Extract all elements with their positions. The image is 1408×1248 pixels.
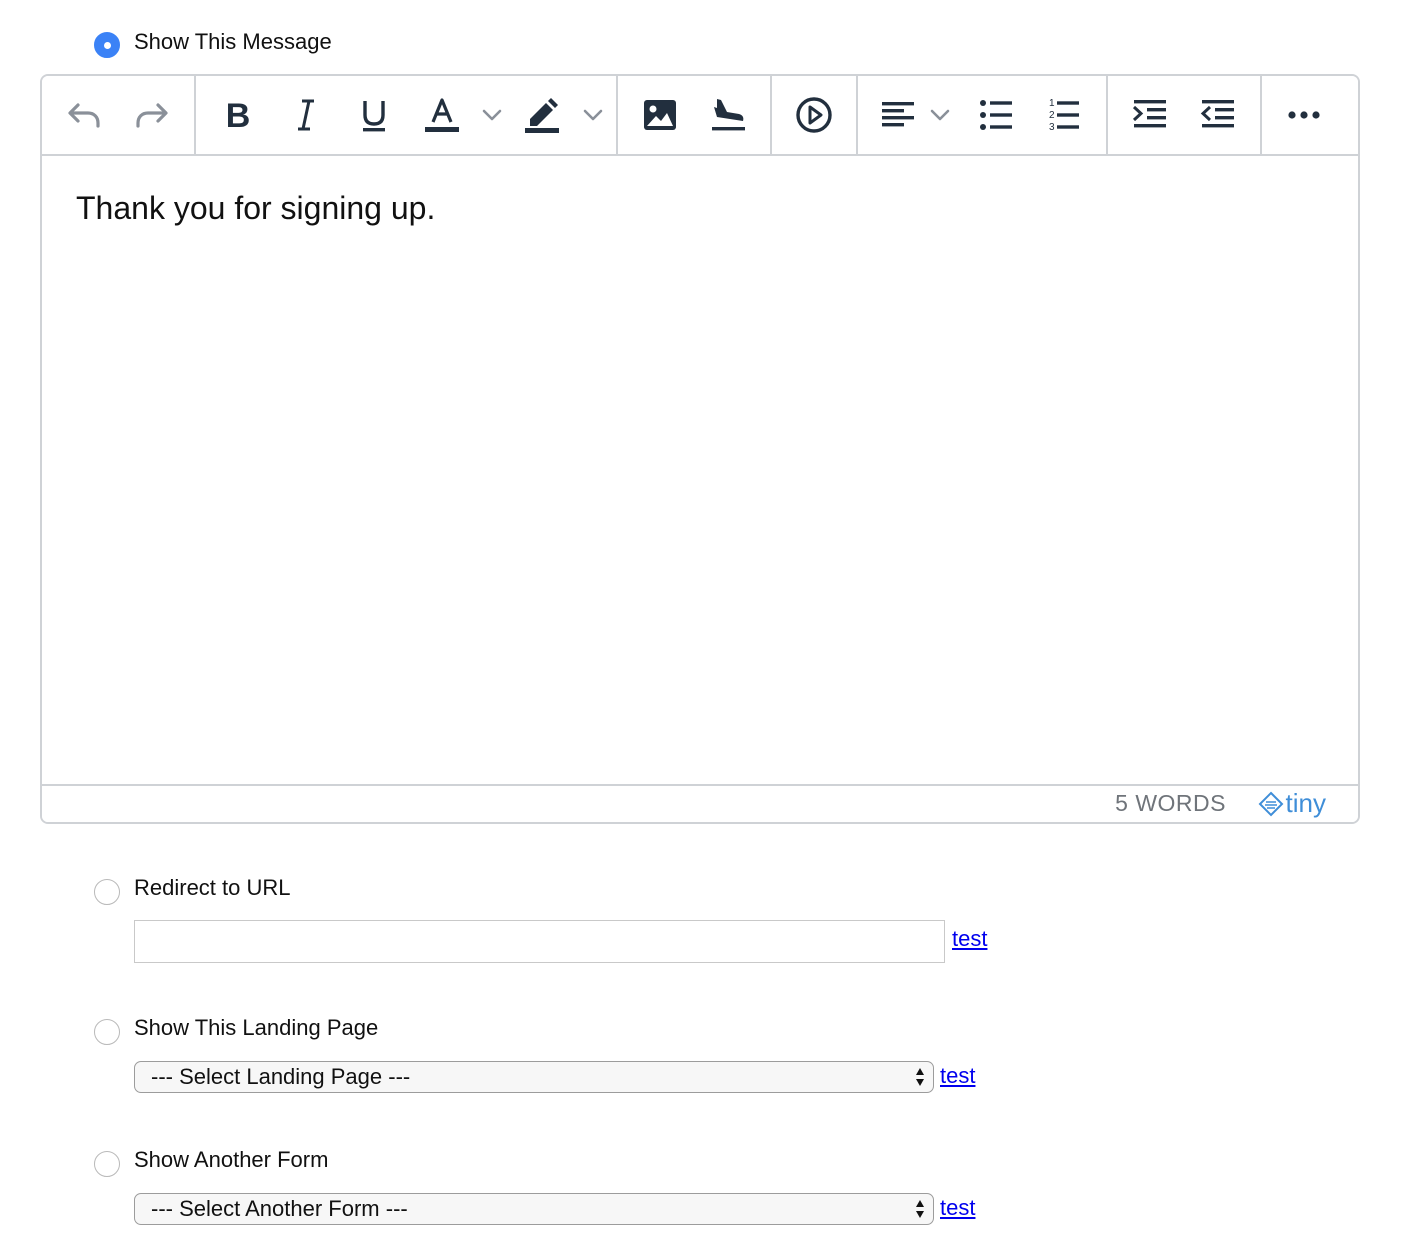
another-form-label: Show Another Form	[134, 1147, 329, 1172]
align-left-icon	[882, 102, 914, 127]
svg-text:2: 2	[1049, 110, 1055, 121]
insert-image-button[interactable]	[640, 95, 680, 135]
text-color-button[interactable]	[422, 95, 462, 135]
landing-page-radio[interactable]	[94, 1019, 120, 1045]
tiny-brand-link[interactable]: tiny	[1258, 788, 1326, 819]
image-icon	[644, 100, 676, 130]
outdent-button[interactable]	[1198, 95, 1238, 135]
editor-content-area[interactable]: Thank you for signing up.	[42, 156, 1358, 788]
italic-icon	[298, 99, 314, 131]
show-message-radio[interactable]	[94, 32, 120, 58]
numbered-list-button[interactable]: 123	[1043, 95, 1083, 135]
select-arrows-icon	[916, 1200, 924, 1218]
landing-plane-button[interactable]	[708, 95, 748, 135]
bullet-list-button[interactable]	[976, 95, 1016, 135]
bold-button[interactable]: B	[218, 95, 258, 135]
highlight-color-button[interactable]	[522, 95, 562, 135]
text-color-dropdown[interactable]	[476, 95, 508, 135]
editor-paragraph[interactable]: Thank you for signing up.	[76, 190, 435, 227]
svg-text:B: B	[226, 97, 251, 135]
highlight-color-dropdown[interactable]	[577, 95, 609, 135]
undo-button[interactable]	[64, 95, 104, 135]
another-form-test-link[interactable]: test	[940, 1195, 975, 1221]
another-form-radio[interactable]	[94, 1151, 120, 1177]
svg-text:3: 3	[1049, 122, 1055, 133]
outdent-icon	[1200, 100, 1234, 128]
bold-icon: B	[226, 97, 251, 135]
redo-icon	[136, 103, 168, 128]
indent-button[interactable]	[1130, 95, 1170, 135]
landing-page-label: Show This Landing Page	[134, 1015, 379, 1040]
landing-page-selected-value: --- Select Landing Page ---	[151, 1064, 411, 1089]
indent-icon	[1132, 100, 1166, 128]
redo-button[interactable]	[132, 95, 172, 135]
insert-media-button[interactable]	[794, 95, 834, 135]
underline-icon	[363, 101, 385, 132]
numbered-list-icon: 123	[1049, 98, 1079, 133]
editor-toolbar: B 1 2 3	[42, 76, 1358, 156]
editor-statusbar: 5 WORDS tiny	[42, 784, 1358, 822]
another-form-select[interactable]: --- Select Another Form ---	[134, 1193, 934, 1225]
another-form-selected-value: --- Select Another Form ---	[151, 1196, 408, 1221]
highlight-color-icon	[525, 98, 559, 133]
chevron-down-icon	[482, 109, 502, 121]
landing-page-select[interactable]: --- Select Landing Page ---	[134, 1061, 934, 1093]
more-icon	[1288, 111, 1320, 119]
redirect-url-input[interactable]	[134, 920, 945, 963]
redirect-url-radio[interactable]	[94, 879, 120, 905]
media-play-icon	[796, 97, 832, 133]
underline-button[interactable]	[354, 95, 394, 135]
redirect-url-test-link[interactable]: test	[952, 926, 987, 952]
align-dropdown[interactable]	[924, 95, 956, 135]
rich-text-editor: B 1 2 3 Thank you for signing up. 5 WORD…	[40, 74, 1360, 824]
chevron-down-icon	[583, 109, 603, 121]
text-color-icon	[425, 98, 459, 132]
select-arrows-icon	[916, 1068, 924, 1086]
tiny-brand-text: tiny	[1285, 788, 1326, 818]
undo-icon	[68, 103, 100, 128]
svg-text:1: 1	[1049, 98, 1055, 109]
landing-plane-icon	[712, 99, 745, 131]
word-count[interactable]: 5 WORDS	[1115, 790, 1226, 817]
italic-button[interactable]	[286, 95, 326, 135]
tiny-logo-icon	[1258, 791, 1283, 816]
bullet-list-icon	[980, 100, 1012, 130]
align-button[interactable]	[878, 95, 918, 135]
redirect-url-label: Redirect to URL	[134, 875, 291, 900]
more-button[interactable]	[1284, 95, 1324, 135]
chevron-down-icon	[930, 109, 950, 121]
show-message-label: Show This Message	[134, 29, 332, 54]
landing-page-test-link[interactable]: test	[940, 1063, 975, 1089]
